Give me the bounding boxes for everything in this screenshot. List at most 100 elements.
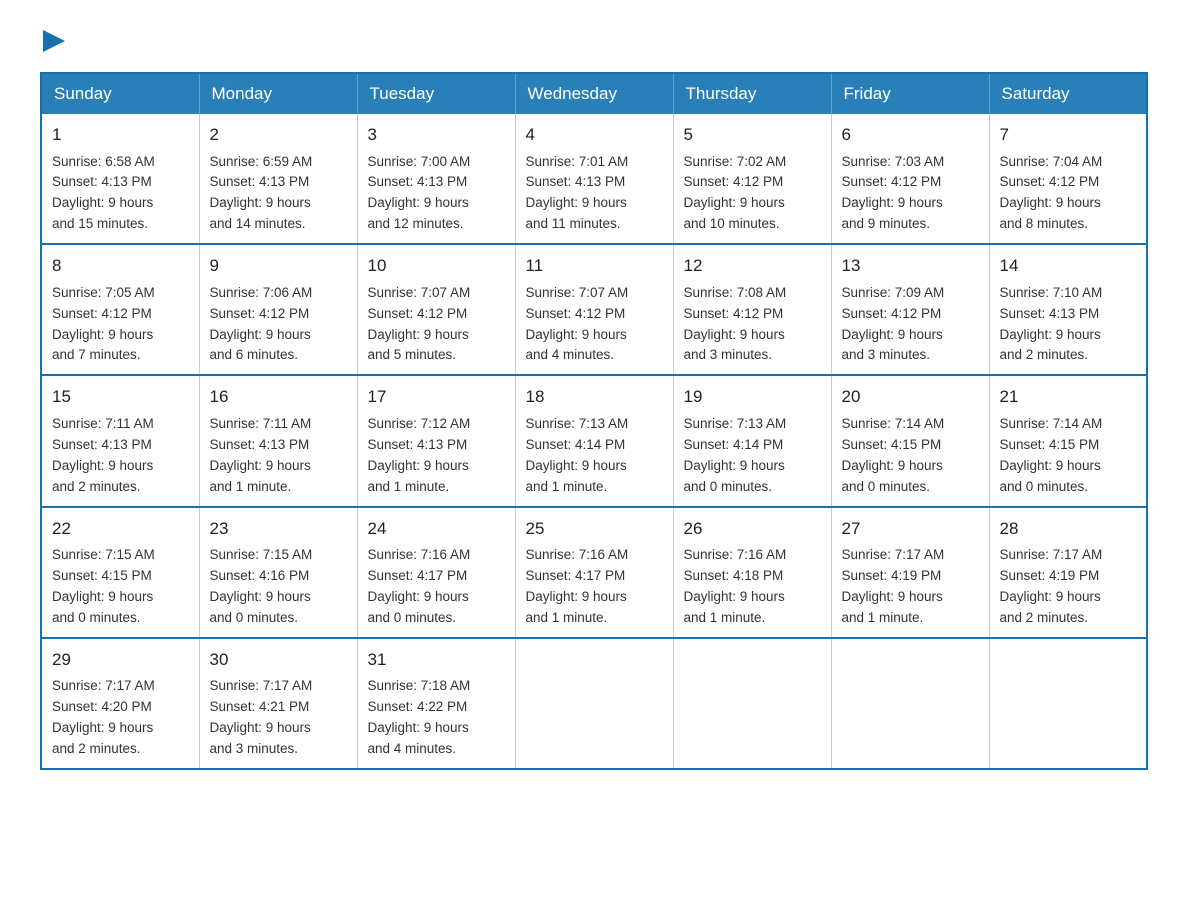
day-number: 4	[526, 122, 663, 148]
day-info: Sunrise: 7:04 AMSunset: 4:12 PMDaylight:…	[1000, 154, 1103, 232]
day-number: 8	[52, 253, 189, 279]
day-info: Sunrise: 7:14 AMSunset: 4:15 PMDaylight:…	[1000, 416, 1103, 494]
calendar-cell: 5 Sunrise: 7:02 AMSunset: 4:12 PMDayligh…	[673, 114, 831, 244]
day-info: Sunrise: 7:13 AMSunset: 4:14 PMDaylight:…	[526, 416, 629, 494]
calendar-week-3: 15 Sunrise: 7:11 AMSunset: 4:13 PMDaylig…	[41, 375, 1147, 506]
day-number: 29	[52, 647, 189, 673]
calendar-cell: 8 Sunrise: 7:05 AMSunset: 4:12 PMDayligh…	[41, 244, 199, 375]
calendar-cell: 1 Sunrise: 6:58 AMSunset: 4:13 PMDayligh…	[41, 114, 199, 244]
calendar-cell: 20 Sunrise: 7:14 AMSunset: 4:15 PMDaylig…	[831, 375, 989, 506]
weekday-header-sunday: Sunday	[41, 73, 199, 114]
calendar-cell	[515, 638, 673, 769]
day-number: 25	[526, 516, 663, 542]
weekday-header-monday: Monday	[199, 73, 357, 114]
calendar-cell: 13 Sunrise: 7:09 AMSunset: 4:12 PMDaylig…	[831, 244, 989, 375]
weekday-header-friday: Friday	[831, 73, 989, 114]
calendar-cell: 16 Sunrise: 7:11 AMSunset: 4:13 PMDaylig…	[199, 375, 357, 506]
calendar-cell: 31 Sunrise: 7:18 AMSunset: 4:22 PMDaylig…	[357, 638, 515, 769]
day-number: 2	[210, 122, 347, 148]
calendar-cell: 18 Sunrise: 7:13 AMSunset: 4:14 PMDaylig…	[515, 375, 673, 506]
day-number: 28	[1000, 516, 1137, 542]
calendar-cell: 11 Sunrise: 7:07 AMSunset: 4:12 PMDaylig…	[515, 244, 673, 375]
day-number: 26	[684, 516, 821, 542]
calendar-table: SundayMondayTuesdayWednesdayThursdayFrid…	[40, 72, 1148, 770]
day-number: 12	[684, 253, 821, 279]
calendar-cell: 30 Sunrise: 7:17 AMSunset: 4:21 PMDaylig…	[199, 638, 357, 769]
weekday-header-saturday: Saturday	[989, 73, 1147, 114]
day-info: Sunrise: 7:12 AMSunset: 4:13 PMDaylight:…	[368, 416, 471, 494]
calendar-cell: 21 Sunrise: 7:14 AMSunset: 4:15 PMDaylig…	[989, 375, 1147, 506]
calendar-cell: 10 Sunrise: 7:07 AMSunset: 4:12 PMDaylig…	[357, 244, 515, 375]
day-info: Sunrise: 7:07 AMSunset: 4:12 PMDaylight:…	[368, 285, 471, 363]
calendar-week-5: 29 Sunrise: 7:17 AMSunset: 4:20 PMDaylig…	[41, 638, 1147, 769]
weekday-header-thursday: Thursday	[673, 73, 831, 114]
day-info: Sunrise: 7:10 AMSunset: 4:13 PMDaylight:…	[1000, 285, 1103, 363]
calendar-cell: 3 Sunrise: 7:00 AMSunset: 4:13 PMDayligh…	[357, 114, 515, 244]
day-info: Sunrise: 7:07 AMSunset: 4:12 PMDaylight:…	[526, 285, 629, 363]
day-info: Sunrise: 7:08 AMSunset: 4:12 PMDaylight:…	[684, 285, 787, 363]
calendar-cell: 2 Sunrise: 6:59 AMSunset: 4:13 PMDayligh…	[199, 114, 357, 244]
calendar-cell	[831, 638, 989, 769]
day-info: Sunrise: 7:02 AMSunset: 4:12 PMDaylight:…	[684, 154, 787, 232]
calendar-cell: 14 Sunrise: 7:10 AMSunset: 4:13 PMDaylig…	[989, 244, 1147, 375]
calendar-cell: 7 Sunrise: 7:04 AMSunset: 4:12 PMDayligh…	[989, 114, 1147, 244]
day-info: Sunrise: 7:00 AMSunset: 4:13 PMDaylight:…	[368, 154, 471, 232]
calendar-cell: 19 Sunrise: 7:13 AMSunset: 4:14 PMDaylig…	[673, 375, 831, 506]
day-number: 14	[1000, 253, 1137, 279]
day-info: Sunrise: 7:05 AMSunset: 4:12 PMDaylight:…	[52, 285, 155, 363]
day-number: 27	[842, 516, 979, 542]
calendar-cell: 27 Sunrise: 7:17 AMSunset: 4:19 PMDaylig…	[831, 507, 989, 638]
day-info: Sunrise: 7:17 AMSunset: 4:20 PMDaylight:…	[52, 678, 155, 756]
calendar-cell: 22 Sunrise: 7:15 AMSunset: 4:15 PMDaylig…	[41, 507, 199, 638]
day-number: 24	[368, 516, 505, 542]
calendar-cell: 12 Sunrise: 7:08 AMSunset: 4:12 PMDaylig…	[673, 244, 831, 375]
day-info: Sunrise: 7:15 AMSunset: 4:15 PMDaylight:…	[52, 547, 155, 625]
calendar-cell: 9 Sunrise: 7:06 AMSunset: 4:12 PMDayligh…	[199, 244, 357, 375]
day-number: 3	[368, 122, 505, 148]
calendar-cell: 17 Sunrise: 7:12 AMSunset: 4:13 PMDaylig…	[357, 375, 515, 506]
day-info: Sunrise: 6:59 AMSunset: 4:13 PMDaylight:…	[210, 154, 313, 232]
day-info: Sunrise: 7:03 AMSunset: 4:12 PMDaylight:…	[842, 154, 945, 232]
calendar-header-row: SundayMondayTuesdayWednesdayThursdayFrid…	[41, 73, 1147, 114]
day-number: 6	[842, 122, 979, 148]
calendar-cell: 26 Sunrise: 7:16 AMSunset: 4:18 PMDaylig…	[673, 507, 831, 638]
day-number: 21	[1000, 384, 1137, 410]
day-number: 31	[368, 647, 505, 673]
day-info: Sunrise: 6:58 AMSunset: 4:13 PMDaylight:…	[52, 154, 155, 232]
day-number: 17	[368, 384, 505, 410]
calendar-cell: 25 Sunrise: 7:16 AMSunset: 4:17 PMDaylig…	[515, 507, 673, 638]
day-info: Sunrise: 7:11 AMSunset: 4:13 PMDaylight:…	[210, 416, 312, 494]
day-number: 9	[210, 253, 347, 279]
day-info: Sunrise: 7:18 AMSunset: 4:22 PMDaylight:…	[368, 678, 471, 756]
day-number: 16	[210, 384, 347, 410]
calendar-cell	[673, 638, 831, 769]
day-info: Sunrise: 7:17 AMSunset: 4:21 PMDaylight:…	[210, 678, 313, 756]
day-info: Sunrise: 7:14 AMSunset: 4:15 PMDaylight:…	[842, 416, 945, 494]
day-number: 30	[210, 647, 347, 673]
day-number: 1	[52, 122, 189, 148]
calendar-cell: 15 Sunrise: 7:11 AMSunset: 4:13 PMDaylig…	[41, 375, 199, 506]
calendar-cell: 4 Sunrise: 7:01 AMSunset: 4:13 PMDayligh…	[515, 114, 673, 244]
day-number: 18	[526, 384, 663, 410]
calendar-week-2: 8 Sunrise: 7:05 AMSunset: 4:12 PMDayligh…	[41, 244, 1147, 375]
day-number: 7	[1000, 122, 1137, 148]
calendar-cell: 6 Sunrise: 7:03 AMSunset: 4:12 PMDayligh…	[831, 114, 989, 244]
logo	[40, 30, 65, 52]
day-info: Sunrise: 7:17 AMSunset: 4:19 PMDaylight:…	[1000, 547, 1103, 625]
day-info: Sunrise: 7:01 AMSunset: 4:13 PMDaylight:…	[526, 154, 629, 232]
day-number: 23	[210, 516, 347, 542]
calendar-cell	[989, 638, 1147, 769]
day-number: 5	[684, 122, 821, 148]
weekday-header-wednesday: Wednesday	[515, 73, 673, 114]
day-info: Sunrise: 7:17 AMSunset: 4:19 PMDaylight:…	[842, 547, 945, 625]
calendar-week-1: 1 Sunrise: 6:58 AMSunset: 4:13 PMDayligh…	[41, 114, 1147, 244]
day-number: 15	[52, 384, 189, 410]
day-info: Sunrise: 7:16 AMSunset: 4:18 PMDaylight:…	[684, 547, 787, 625]
calendar-cell: 29 Sunrise: 7:17 AMSunset: 4:20 PMDaylig…	[41, 638, 199, 769]
calendar-cell: 28 Sunrise: 7:17 AMSunset: 4:19 PMDaylig…	[989, 507, 1147, 638]
page-header	[40, 30, 1148, 52]
day-info: Sunrise: 7:16 AMSunset: 4:17 PMDaylight:…	[368, 547, 471, 625]
logo-arrow-icon	[43, 30, 65, 52]
day-info: Sunrise: 7:09 AMSunset: 4:12 PMDaylight:…	[842, 285, 945, 363]
day-number: 20	[842, 384, 979, 410]
